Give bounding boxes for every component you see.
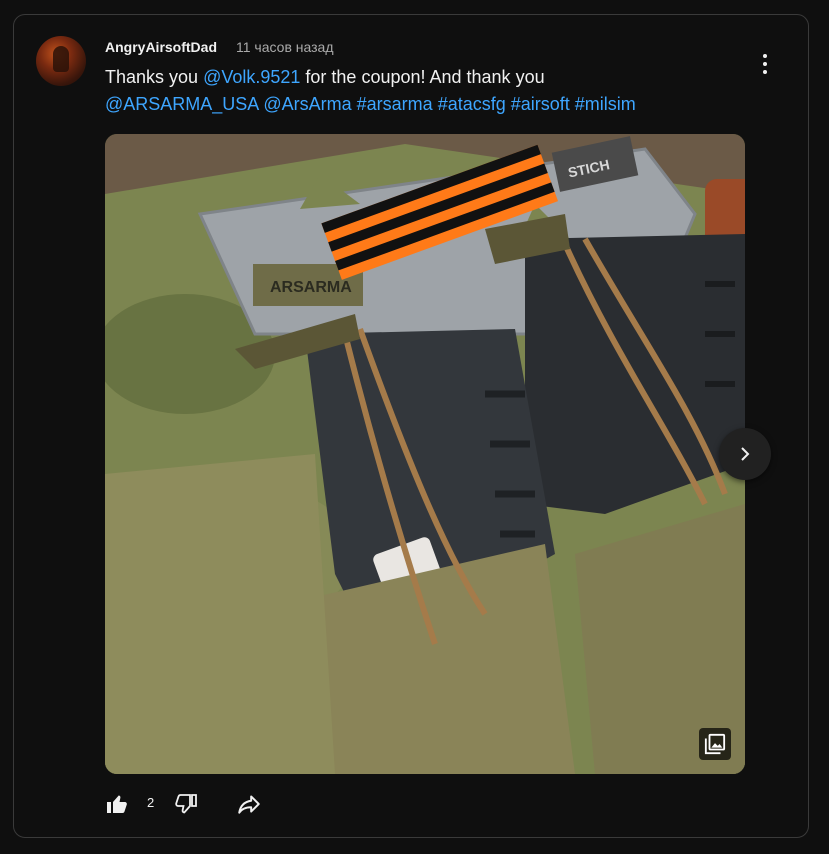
like-button[interactable] <box>102 789 132 819</box>
community-post-card: AngryAirsoftDad 11 часов назад Thanks yo… <box>13 14 809 838</box>
more-vert-icon[interactable] <box>749 48 781 80</box>
mention-link[interactable]: @Volk.9521 <box>203 67 300 87</box>
dislike-button[interactable] <box>171 789 201 819</box>
mention-link[interactable]: @ArsArma <box>263 94 351 114</box>
mention-link[interactable]: @ARSARMA_USA <box>105 94 258 114</box>
like-count: 2 <box>147 795 155 810</box>
text-segment: for the coupon! And thank you <box>300 67 545 87</box>
author-name[interactable]: AngryAirsoftDad <box>105 39 217 55</box>
photo-library-icon <box>699 728 731 760</box>
share-icon <box>238 795 260 814</box>
share-button[interactable] <box>234 789 264 819</box>
post-photo-illustration: ARSARMA STICH <box>105 134 745 774</box>
text-segment: Thanks you <box>105 67 204 87</box>
post-image[interactable]: ARSARMA STICH <box>105 134 745 774</box>
thumb-up-icon <box>107 795 127 813</box>
hashtag-link[interactable]: #atacsfg <box>438 94 506 114</box>
post-time[interactable]: 11 часов назад <box>236 39 334 55</box>
thumb-down-icon <box>175 794 197 814</box>
post-text: Thanks you @Volk.9521 for the coupon! An… <box>105 64 745 118</box>
next-image-button[interactable] <box>719 428 771 480</box>
hashtag-link[interactable]: #arsarma <box>357 94 433 114</box>
hashtag-link[interactable]: #airsoft <box>511 94 570 114</box>
brand-plate-label: ARSARMA <box>270 279 352 296</box>
hashtag-link[interactable]: #milsim <box>575 94 636 114</box>
avatar[interactable] <box>36 36 86 86</box>
chevron-right-icon <box>741 447 750 461</box>
